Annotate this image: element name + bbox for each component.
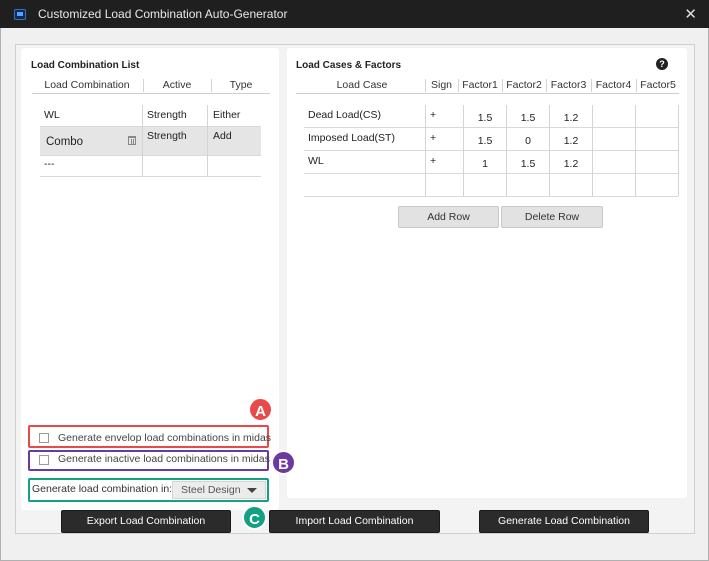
add-row-button[interactable]: Add Row xyxy=(398,206,499,228)
export-load-combination-button[interactable]: Export Load Combination xyxy=(61,510,231,533)
col-header-load-case[interactable]: Load Case xyxy=(300,79,424,91)
factor-cell[interactable]: 1.5 xyxy=(464,112,506,124)
callout-badge-a: A xyxy=(248,397,273,422)
col-header-active[interactable]: Active xyxy=(144,79,210,91)
generate-in-value: Steel Design xyxy=(181,484,241,496)
inactive-checkbox-label[interactable]: Generate inactive load combinations in m… xyxy=(58,453,270,465)
callout-badge-c: C xyxy=(242,505,267,530)
help-icon[interactable]: ? xyxy=(656,58,668,70)
combo-active-cell[interactable]: Strength xyxy=(147,130,187,142)
row-divider xyxy=(304,196,678,197)
factor-cell[interactable]: 1.5 xyxy=(507,158,549,170)
sign-cell[interactable]: + xyxy=(430,155,436,167)
load-case-cell[interactable]: Imposed Load(ST) xyxy=(308,132,395,144)
inactive-checkbox[interactable] xyxy=(39,455,49,465)
generate-in-label: Generate load combination in: xyxy=(32,483,173,495)
col-divider xyxy=(592,105,593,196)
col-header-factor2[interactable]: Factor2 xyxy=(503,79,545,91)
row-divider xyxy=(304,150,678,151)
col-header-factor4[interactable]: Factor4 xyxy=(592,79,635,91)
factor-cell[interactable]: 1.2 xyxy=(550,158,592,170)
row-divider xyxy=(40,155,261,156)
app-icon xyxy=(14,9,26,20)
load-combination-list-title: Load Combination List xyxy=(31,60,140,71)
callout-badge-b: B xyxy=(271,450,296,475)
sign-cell[interactable]: + xyxy=(430,132,436,144)
col-header-sign[interactable]: Sign xyxy=(426,79,457,91)
combo-type-cell[interactable]: Either xyxy=(213,109,240,121)
col-divider xyxy=(142,105,143,176)
load-cases-title: Load Cases & Factors xyxy=(296,60,402,71)
window-title: Customized Load Combination Auto-Generat… xyxy=(38,7,288,21)
factor-cell[interactable]: 1 xyxy=(464,158,506,170)
factor-cell[interactable]: 1.5 xyxy=(464,135,506,147)
chevron-down-icon xyxy=(247,488,257,493)
col-header-factor3[interactable]: Factor3 xyxy=(547,79,590,91)
combo-type-cell[interactable]: Add xyxy=(213,130,232,142)
generate-load-combination-button[interactable]: Generate Load Combination xyxy=(479,510,649,533)
load-case-cell[interactable]: WL xyxy=(308,155,324,167)
envelop-checkbox[interactable] xyxy=(39,433,49,443)
combo-active-cell[interactable]: Strength xyxy=(147,109,187,121)
factor-cell[interactable]: 1.2 xyxy=(550,112,592,124)
col-header-factor5[interactable]: Factor5 xyxy=(637,79,679,91)
title-bar: Customized Load Combination Auto-Generat… xyxy=(0,0,709,28)
combo-name-cell[interactable]: WL xyxy=(44,109,60,121)
col-divider xyxy=(425,105,426,196)
factor-cell[interactable]: 0 xyxy=(507,135,549,147)
envelop-checkbox-label[interactable]: Generate envelop load combinations in mi… xyxy=(58,432,271,444)
col-header-load-combination[interactable]: Load Combination xyxy=(32,79,142,91)
combo-name-cell[interactable]: --- xyxy=(44,158,55,170)
delete-row-button[interactable]: Delete Row xyxy=(501,206,603,228)
row-divider xyxy=(40,176,261,177)
import-load-combination-button[interactable]: Import Load Combination xyxy=(269,510,440,533)
factor-cell[interactable]: 1.2 xyxy=(550,135,592,147)
header-underline xyxy=(296,93,679,94)
col-divider xyxy=(635,105,636,196)
generate-in-select[interactable]: Steel Design xyxy=(172,481,266,499)
factor-cell[interactable]: 1.5 xyxy=(507,112,549,124)
close-icon[interactable]: ✕ xyxy=(684,5,697,23)
row-divider xyxy=(304,173,678,174)
load-case-cell[interactable]: Dead Load(CS) xyxy=(308,109,381,121)
row-divider xyxy=(40,126,261,127)
col-header-factor1[interactable]: Factor1 xyxy=(459,79,501,91)
col-divider xyxy=(207,105,208,176)
header-underline xyxy=(32,93,270,94)
col-divider xyxy=(678,105,679,196)
combo-name-cell[interactable]: Combo xyxy=(46,136,83,148)
trash-icon[interactable] xyxy=(128,136,136,145)
col-header-type[interactable]: Type xyxy=(212,79,270,91)
sign-cell[interactable]: + xyxy=(430,109,436,121)
row-divider xyxy=(304,127,678,128)
